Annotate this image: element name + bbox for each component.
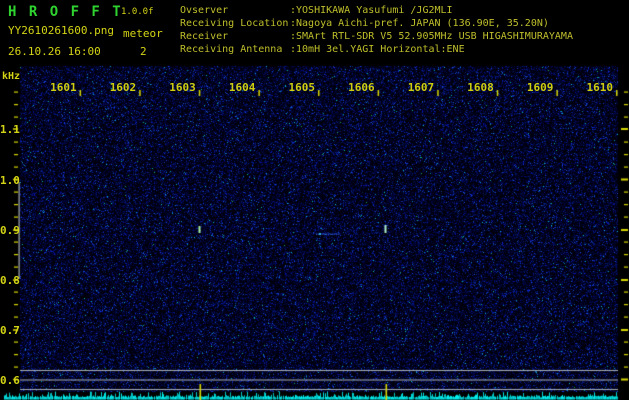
mode-label: meteor bbox=[123, 27, 163, 40]
x-tick-label-1603: 1603 bbox=[169, 81, 196, 94]
station-info-block: Ovserver:YOSHIKAWA Yasufumi /JG2MLI Recei… bbox=[180, 4, 573, 56]
y-tick-label-0.9: 0.9 bbox=[0, 224, 20, 237]
x-tick-label-1602: 1602 bbox=[109, 81, 137, 94]
hrofft-screen: H R O F F T 1.0.0f YY2610261600.png mete… bbox=[0, 0, 629, 400]
y-tick-label-0.8: 0.8 bbox=[0, 274, 20, 287]
y-tick-label-0.7: 0.7 bbox=[0, 324, 20, 337]
station-info-label: Ovserver bbox=[180, 5, 229, 16]
spectrogram-canvas bbox=[0, 0, 629, 400]
y-tick-label-1.1: 1.1 bbox=[0, 123, 20, 136]
x-tick-label-1610: 1610 bbox=[586, 81, 614, 94]
x-tick-label-1606: 1606 bbox=[348, 81, 375, 94]
station-info-value: :Nagoya Aichi-pref. JAPAN (136.90E, 35.2… bbox=[290, 18, 549, 29]
y-axis-unit-label: kHz bbox=[2, 71, 21, 82]
station-info-row-1: Receiving Location:Nagoya Aichi-pref. JA… bbox=[180, 17, 573, 30]
app-title: H R O F F T bbox=[8, 4, 123, 20]
station-info-label: Receiving Antenna bbox=[180, 44, 283, 55]
x-tick-label-1601: 1601 bbox=[50, 81, 77, 94]
station-info-value: :SMArt RTL-SDR V5 52.905MHz USB HIGASHIM… bbox=[290, 31, 573, 42]
station-info-value: :10mH 3el.YAGI Horizontal:ENE bbox=[290, 44, 465, 55]
y-tick-label-0.6: 0.6 bbox=[0, 373, 20, 387]
x-tick-label-1609: 1609 bbox=[526, 81, 554, 94]
x-tick-label-1604: 1604 bbox=[228, 81, 256, 94]
station-info-row-0: Ovserver :YOSHIKAWA Yasufumi /JG2MLI bbox=[180, 4, 573, 17]
x-tick-label-1608: 1608 bbox=[467, 81, 494, 94]
x-tick-label-1607: 1607 bbox=[407, 81, 435, 94]
y-tick-label-1.0: 1.0 bbox=[0, 173, 20, 187]
station-info-row-2: Receiver :SMArt RTL-SDR V5 52.905MHz USB … bbox=[180, 30, 573, 43]
station-info-label: Receiver bbox=[180, 31, 229, 42]
station-info-row-3: Receiving Antenna :10mH 3el.YAGI Horizont… bbox=[180, 43, 573, 56]
app-version: 1.0.0f bbox=[121, 7, 154, 17]
station-info-label: Receiving Location bbox=[180, 18, 289, 29]
output-filename: YY2610261600.png bbox=[8, 24, 114, 37]
x-tick-label-1605: 1605 bbox=[288, 81, 316, 94]
meteor-count: 2 bbox=[140, 45, 147, 58]
observation-datetime: 26.10.26 16:00 bbox=[8, 45, 101, 58]
station-info-value: :YOSHIKAWA Yasufumi /JG2MLI bbox=[290, 5, 453, 16]
